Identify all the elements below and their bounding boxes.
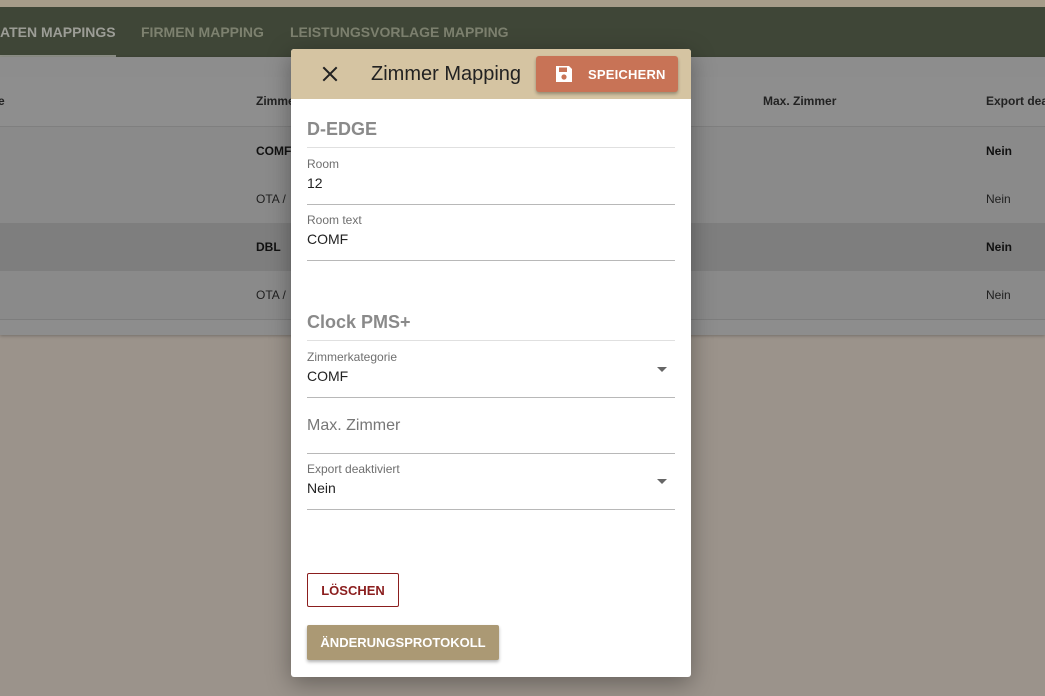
zimmerkategorie-value: COMF <box>307 368 349 384</box>
top-strip <box>0 0 1045 7</box>
close-button[interactable] <box>317 61 343 87</box>
dialog-header: Zimmer Mapping SPEICHERN <box>291 49 691 99</box>
column-header[interactable]: e <box>0 77 5 126</box>
column-header[interactable]: Zimme <box>256 77 295 126</box>
table-cell: COMF <box>256 144 292 158</box>
section-title-target: Clock PMS+ <box>307 312 675 341</box>
save-button[interactable]: SPEICHERN <box>536 56 678 92</box>
dialog-title: Zimmer Mapping <box>371 63 522 85</box>
max-zimmer-field[interactable]: Max. Zimmer <box>307 397 675 454</box>
table-cell: Nein <box>986 144 1013 158</box>
tab-label: LEISTUNGSVORLAGE MAPPING <box>290 24 509 40</box>
change-log-button[interactable]: ÄNDERUNGSPROTOKOLL <box>307 625 499 660</box>
zimmerkategorie-label: Zimmerkategorie <box>307 350 398 364</box>
save-icon <box>554 64 574 84</box>
column-header[interactable]: Max. Zimmer <box>763 77 836 126</box>
room-text-field[interactable]: Room text COMF <box>307 204 675 261</box>
zimmerkategorie-select[interactable]: Zimmerkategorie COMF <box>307 341 675 398</box>
chevron-down-icon <box>657 479 667 484</box>
max-zimmer-placeholder: Max. Zimmer <box>307 417 401 434</box>
room-text-label: Room text <box>307 213 362 227</box>
table-cell: Nein <box>986 288 1011 302</box>
export-deaktiviert-select[interactable]: Export deaktiviert Nein <box>307 453 675 510</box>
export-deaktiviert-label: Export deaktiviert <box>307 462 400 476</box>
tab-label: ATEN MAPPINGS <box>0 24 116 40</box>
room-value: 12 <box>307 175 323 191</box>
section-title-source: D-EDGE <box>307 119 675 148</box>
table-cell: OTA / <box>256 288 286 302</box>
zimmer-mapping-dialog: Zimmer Mapping SPEICHERN D-EDGE Room 12 … <box>291 49 691 677</box>
tab-label: FIRMEN MAPPING <box>141 24 264 40</box>
table-cell: Nein <box>986 240 1013 254</box>
save-button-label: SPEICHERN <box>588 66 666 82</box>
table-cell: OTA / <box>256 192 286 206</box>
chevron-down-icon <box>657 367 667 372</box>
room-label: Room <box>307 157 340 171</box>
room-text-value: COMF <box>307 231 349 247</box>
column-header[interactable]: Export deak <box>986 77 1045 126</box>
room-field[interactable]: Room 12 <box>307 148 675 205</box>
close-icon <box>322 66 338 82</box>
table-cell: DBL <box>256 240 281 254</box>
delete-button[interactable]: LÖSCHEN <box>307 573 399 607</box>
tab-firmen-mapping[interactable]: FIRMEN MAPPING <box>141 7 264 57</box>
table-cell: Nein <box>986 192 1011 206</box>
tab-daten-mappings[interactable]: ATEN MAPPINGS <box>0 7 116 57</box>
export-deaktiviert-value: Nein <box>307 480 336 496</box>
